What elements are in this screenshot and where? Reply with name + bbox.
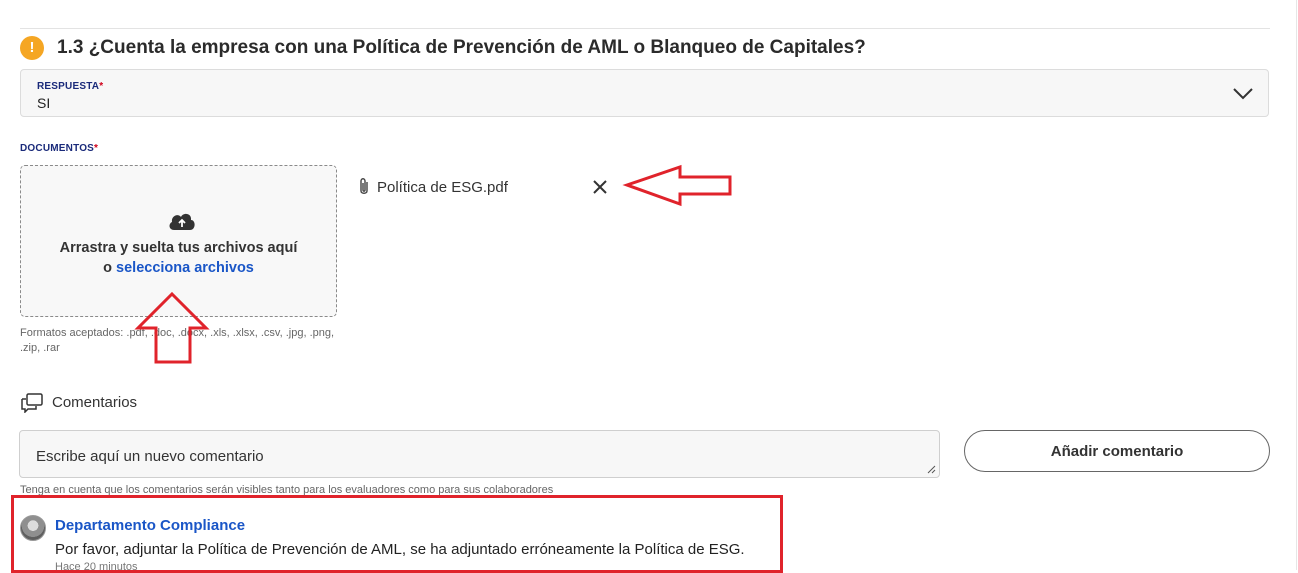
resize-handle-icon[interactable] bbox=[927, 465, 936, 474]
right-edge-divider bbox=[1296, 0, 1297, 570]
documents-label: DOCUMENTOS* bbox=[20, 143, 99, 154]
paperclip-icon bbox=[360, 178, 368, 194]
dropzone-text: Arrastra y suelta tus archivos aquí bbox=[59, 240, 298, 256]
attached-file-name[interactable]: Política de ESG.pdf bbox=[377, 179, 508, 196]
comment-visibility-note: Tenga en cuenta que los comentarios será… bbox=[20, 484, 554, 496]
comment-text: Por favor, adjuntar la Política de Preve… bbox=[55, 541, 745, 558]
attached-file: Política de ESG.pdf bbox=[357, 176, 607, 200]
question-title: 1.3 ¿Cuenta la empresa con una Política … bbox=[57, 37, 866, 58]
comment-input-box[interactable] bbox=[19, 430, 940, 478]
accepted-formats: Formatos aceptados: .pdf, .doc, .docx, .… bbox=[20, 327, 335, 354]
top-divider bbox=[20, 28, 1270, 29]
select-files-link[interactable]: selecciona archivos bbox=[116, 260, 254, 276]
comment-timestamp: Hace 20 minutos bbox=[55, 561, 138, 573]
warning-icon: ! bbox=[20, 36, 44, 60]
add-comment-button[interactable]: Añadir comentario bbox=[964, 430, 1270, 472]
chevron-down-icon[interactable] bbox=[1232, 84, 1254, 102]
required-mark: * bbox=[99, 81, 104, 92]
annotation-arrow-left bbox=[622, 164, 732, 207]
dropzone-select-line: o selecciona archivos bbox=[103, 260, 254, 276]
cloud-upload-icon bbox=[169, 213, 195, 230]
avatar bbox=[20, 515, 46, 541]
comments-heading-text: Comentarios bbox=[52, 394, 138, 411]
response-select[interactable]: RESPUESTA* SI bbox=[20, 69, 1269, 117]
response-value: SI bbox=[37, 95, 51, 111]
required-mark: * bbox=[94, 143, 99, 154]
comment-input[interactable] bbox=[20, 431, 939, 477]
file-dropzone[interactable]: Arrastra y suelta tus archivos aquí o se… bbox=[20, 165, 337, 317]
response-label: RESPUESTA* bbox=[37, 81, 104, 92]
remove-file-icon[interactable] bbox=[591, 178, 609, 196]
comment-author[interactable]: Departamento Compliance bbox=[55, 517, 245, 534]
comments-icon bbox=[21, 393, 43, 413]
